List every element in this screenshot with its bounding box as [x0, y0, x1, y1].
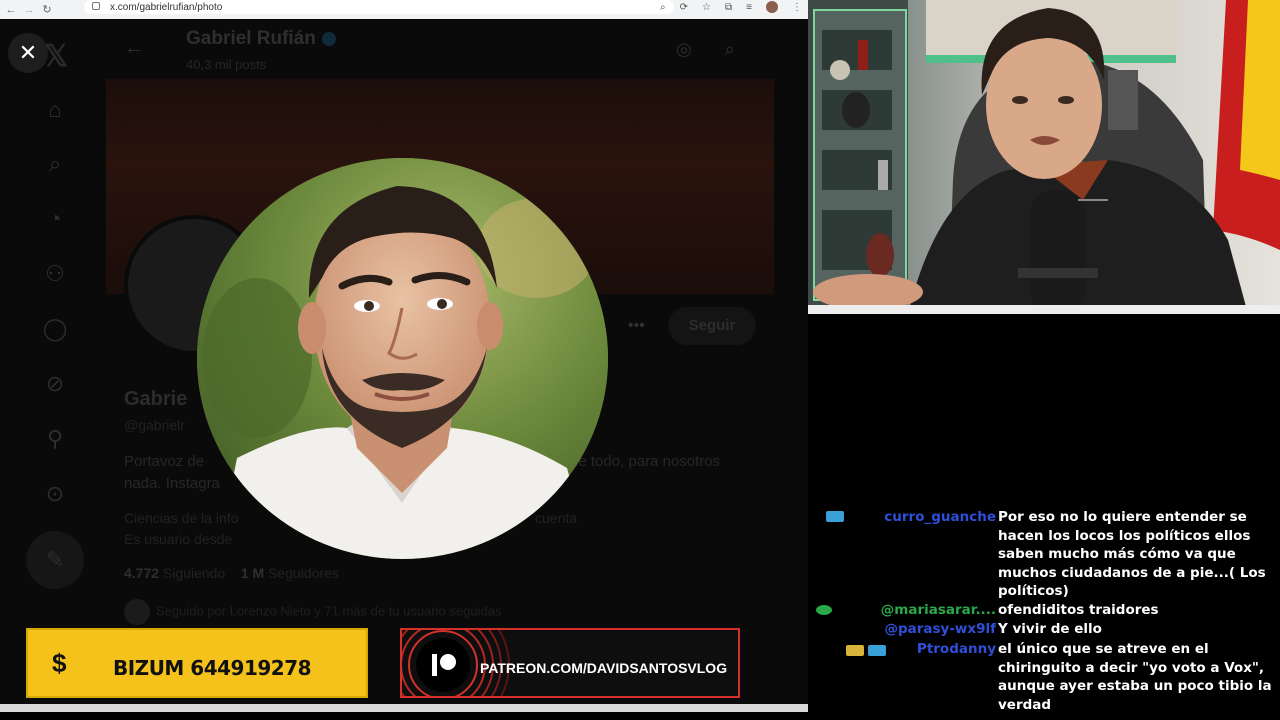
follow-button[interactable]: Seguir: [668, 307, 756, 345]
followed-by-text: Seguido por Lorenzo Nieto y 71 más de tu…: [156, 603, 502, 619]
chat-username[interactable]: @parasy-wx9lf: [884, 620, 996, 639]
back-icon[interactable]: ←: [4, 4, 18, 16]
profile-meta-line-1: Ciencias de la info: [124, 510, 239, 526]
eye-badge-icon: [816, 605, 832, 615]
chat-message: Por eso no lo quiere entender se hacen l…: [998, 509, 1266, 599]
chat-username-text: Ptrodanny: [916, 641, 996, 657]
back-arrow-icon[interactable]: ←: [124, 37, 144, 60]
profile-meta-line-2: Es usuario desde: [124, 531, 233, 547]
bizum-banner: $ BIZUM 644919278: [26, 628, 368, 698]
profile-meta-line-1-right: cuenta: [535, 510, 578, 526]
patreon-banner: PATREON.COM/DAVIDSANTOSVLOG: [400, 628, 740, 698]
webcam-feed: [808, 0, 1280, 314]
posts-count: 40,3 mil posts: [186, 57, 267, 72]
dollar-icon: $: [52, 648, 67, 678]
url-text: x.com/gabrielrufian/photo: [110, 1, 223, 13]
patreon-logo-glyph: [432, 654, 456, 676]
browser-actions: ⌕ ⟳ ☆ ⧉ ≡ ⋮: [660, 0, 802, 14]
profile-display-name: Gabrie: [124, 388, 188, 410]
followers-label[interactable]: Seguidores: [268, 565, 339, 581]
chat-message: ofendiditos traidores: [998, 602, 1159, 618]
grok-icon[interactable]: ⊘: [42, 371, 68, 397]
more-icon[interactable]: ⊙: [42, 481, 68, 507]
bizum-text: BIZUM 644919278: [113, 656, 312, 680]
profile-handle: @gabrielr: [124, 417, 185, 433]
grok-profile-icon[interactable]: ◎: [676, 39, 692, 59]
bio-line-1: Portavoz de: [124, 453, 205, 470]
home-icon[interactable]: ⌂: [42, 97, 68, 123]
member-badge-icon: [868, 645, 886, 656]
bio-line-2: nada. Instagra: [124, 475, 220, 492]
url-field[interactable]: x.com/gabrielrufian/photo: [84, 0, 674, 14]
reload-icon[interactable]: ↻: [40, 3, 54, 16]
extensions-icon[interactable]: ⧉: [725, 2, 732, 13]
follower-avatar: [124, 599, 150, 625]
chat-message: Y vivir de ello: [998, 621, 1102, 637]
horizontal-scrollbar[interactable]: [0, 704, 808, 712]
profile-photo-enlarged: [197, 158, 608, 559]
zoom-icon[interactable]: ⌕: [660, 2, 666, 13]
messages-icon[interactable]: ◯: [42, 316, 68, 342]
menu-icon[interactable]: ⋮: [792, 2, 802, 13]
following-label[interactable]: Siguiendo: [163, 565, 225, 581]
profile-title: Gabriel Rufián: [186, 28, 336, 50]
profile-icon[interactable]: ⚲: [42, 426, 68, 452]
stream-layout: ← → ↻ x.com/gabrielrufian/photo ⌕ ⟳ ☆ ⧉ …: [0, 0, 1280, 720]
search-icon[interactable]: ⌕: [42, 151, 68, 177]
follow-icon[interactable]: ⚇: [42, 261, 68, 287]
bio-line-1-right: de todo, para nosotros: [570, 453, 721, 470]
notifications-icon[interactable]: ◔: [42, 206, 68, 232]
follow-counts: 4.772 Siguiendo 1 M Seguidores: [124, 565, 339, 581]
chat-username[interactable]: curro_guanche: [884, 508, 996, 527]
patreon-text: PATREON.COM/DAVIDSANTOSVLOG: [480, 660, 728, 676]
chat-message: el único que se atreve en el chiringuito…: [998, 641, 1272, 713]
live-chat: curro_guanche Por eso no lo quiere enten…: [808, 314, 1280, 720]
webcam-illustration: [808, 0, 1280, 314]
following-count[interactable]: 4.772: [124, 565, 159, 581]
patreon-logo-icon: [416, 638, 470, 692]
followed-by[interactable]: Seguido por Lorenzo Nieto y 71 más de tu…: [124, 599, 501, 625]
profile-title-text: Gabriel Rufián: [186, 28, 316, 49]
verified-badge-icon: [321, 31, 336, 46]
tab-search-icon[interactable]: ≡: [746, 2, 752, 13]
forward-icon[interactable]: →: [22, 4, 36, 16]
browser-window: ← → ↻ x.com/gabrielrufian/photo ⌕ ⟳ ☆ ⧉ …: [0, 0, 808, 712]
close-icon: ✕: [18, 40, 38, 65]
address-bar: ← → ↻ x.com/gabrielrufian/photo ⌕ ⟳ ☆ ⧉ …: [0, 0, 808, 19]
bookmark-star-icon[interactable]: ☆: [702, 2, 711, 13]
translate-icon[interactable]: ⟳: [680, 2, 688, 13]
profile-search-icon[interactable]: ⌕: [725, 39, 735, 59]
chat-username-text: @parasy-wx9lf: [884, 621, 996, 637]
more-options-icon[interactable]: •••: [628, 317, 645, 335]
gift-badge-icon: [846, 645, 864, 656]
profile-avatar[interactable]: [766, 1, 778, 13]
followers-count[interactable]: 1 M: [241, 565, 264, 581]
member-badge-icon: [826, 511, 844, 522]
compose-post-icon[interactable]: ✎: [26, 531, 84, 589]
close-photo-button[interactable]: ✕: [8, 33, 48, 73]
chat-username-text: @mariasarar....: [880, 602, 996, 618]
chat-username-text: curro_guanche: [884, 509, 996, 525]
site-info-icon[interactable]: [92, 2, 100, 10]
profile-photo-illustration: [197, 158, 608, 559]
profile-top-actions: ◎ ⌕: [676, 39, 763, 60]
chat-username[interactable]: @mariasarar....: [881, 601, 996, 620]
chat-username[interactable]: Ptrodanny: [917, 640, 996, 659]
